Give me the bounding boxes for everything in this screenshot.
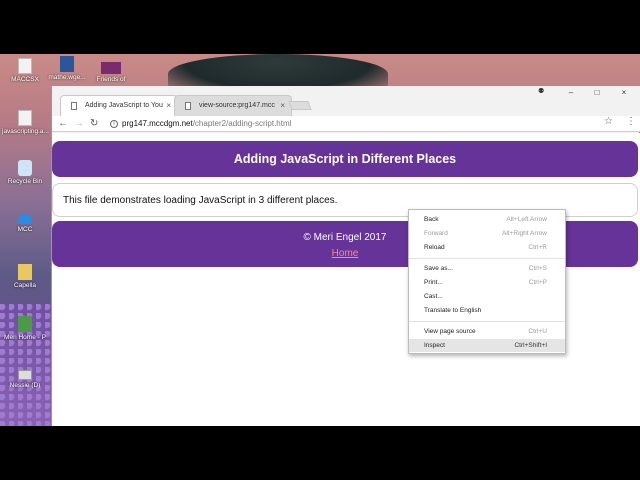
menu-separator: [409, 258, 565, 259]
desktop-icon-capella[interactable]: Capella: [2, 264, 48, 290]
menu-item-label: Back: [424, 216, 439, 223]
page-favicon-icon: [185, 102, 191, 110]
menu-item-inspect[interactable]: Inspect Ctrl+Shift+I: [409, 339, 565, 352]
file-icon: [18, 110, 32, 126]
menu-item-shortcut: Ctrl+R: [528, 244, 547, 251]
url-path: /chapter2/adding-script.html: [192, 119, 292, 128]
desktop-icon-video[interactable]: Friends of: [88, 62, 134, 84]
page-header: Adding JavaScript in Different Places: [52, 141, 638, 177]
tab-close-icon[interactable]: ×: [280, 101, 285, 110]
menu-item-label: View page source: [424, 328, 476, 335]
tab-view-source[interactable]: view-source:prg147.mcc ×: [174, 95, 292, 116]
menu-item-reload[interactable]: Reload Ctrl+R: [409, 241, 565, 254]
desktop-icon-javascripting[interactable]: javascripting.a...: [2, 110, 49, 136]
browser-titlebar: Adding JavaScript to You × view-source:p…: [52, 86, 640, 116]
tab-label: view-source:prg147.mcc: [199, 102, 275, 109]
onedrive-icon: [18, 214, 32, 224]
desktop-icon-label: mathe.wge...: [48, 74, 86, 81]
new-tab-button[interactable]: [288, 101, 312, 110]
close-window-button[interactable]: ×: [617, 88, 631, 97]
google-drive-icon: [18, 316, 32, 332]
menu-item-forward[interactable]: Forward Alt+Right Arrow: [409, 227, 565, 240]
desktop-icon-label: Nessie (D): [9, 382, 41, 389]
desktop-icon-recycle-bin[interactable]: Recycle Bin: [2, 160, 48, 186]
site-info-icon[interactable]: i: [110, 120, 118, 128]
desktop-icon-label: Capella: [13, 282, 37, 289]
menu-item-save-as[interactable]: Save as... Ctrl+S: [409, 262, 565, 275]
desktop-icon-mcc[interactable]: MCC: [2, 214, 48, 234]
tab-label: Adding JavaScript to You: [85, 102, 163, 109]
desktop-icon-label: javascripting.a...: [2, 128, 49, 135]
menu-item-label: Translate to English: [424, 307, 482, 314]
desktop-icon-label: Friends of: [96, 76, 126, 83]
menu-item-label: Reload: [424, 244, 445, 251]
menu-item-label: Inspect: [424, 342, 445, 349]
browser-toolbar: ← → ↻ i prg147.mccdgm.net/chapter2/addin…: [52, 116, 640, 132]
desktop-icon-maccsx[interactable]: MACCSX: [2, 58, 48, 84]
menu-item-label: Forward: [424, 230, 448, 237]
desktop-icon-nessie[interactable]: Nessie (D): [2, 370, 48, 390]
usb-drive-icon: [18, 370, 32, 380]
menu-item-shortcut: Alt+Left Arrow: [506, 216, 547, 223]
reload-icon[interactable]: ↻: [90, 117, 98, 131]
video-file-icon: [101, 62, 121, 74]
browser-menu-icon[interactable]: ⋮: [626, 116, 636, 127]
url-host: prg147.mccdgm.net: [122, 119, 193, 128]
recycle-bin-icon: [18, 160, 32, 176]
file-icon: [18, 58, 32, 74]
desktop-icon-label: MCC: [17, 226, 33, 233]
tab-adding-javascript[interactable]: Adding JavaScript to You ×: [60, 95, 178, 116]
home-link[interactable]: Home: [332, 248, 359, 259]
menu-item-shortcut: Ctrl+U: [528, 328, 547, 335]
page-title: Adding JavaScript in Different Places: [233, 152, 457, 166]
video-frame: MACCSX mathe.wge... Friends of javascrip…: [0, 0, 640, 480]
word-doc-icon: [60, 56, 74, 72]
menu-item-back[interactable]: Back Alt+Left Arrow: [409, 213, 565, 226]
tab-close-icon[interactable]: ×: [166, 101, 171, 110]
menu-separator: [409, 321, 565, 322]
bookmark-star-icon[interactable]: ☆: [604, 116, 613, 127]
menu-item-shortcut: Alt+Right Arrow: [502, 230, 547, 237]
page-favicon-icon: [71, 102, 77, 110]
desktop-icon-label: MACCSX: [11, 76, 39, 83]
profile-icon[interactable]: ⚉: [538, 87, 544, 95]
minimize-button[interactable]: –: [564, 88, 578, 97]
menu-item-label: Cast...: [424, 293, 443, 300]
address-bar[interactable]: i prg147.mccdgm.net/chapter2/adding-scri…: [106, 117, 618, 131]
body-text: This file demonstrates loading JavaScrip…: [63, 195, 338, 206]
folder-icon: [18, 264, 32, 280]
desktop-icon-meri-home[interactable]: Meri Home - P: [2, 316, 48, 342]
menu-item-shortcut: Ctrl+Shift+I: [514, 342, 547, 349]
desktop-icon-label: Meri Home - P: [4, 334, 46, 341]
context-menu: Back Alt+Left Arrow Forward Alt+Right Ar…: [408, 209, 566, 354]
menu-item-view-source[interactable]: View page source Ctrl+U: [409, 325, 565, 338]
maximize-button[interactable]: □: [590, 88, 604, 97]
forward-arrow-icon[interactable]: →: [74, 117, 84, 131]
menu-item-shortcut: Ctrl+P: [528, 279, 547, 286]
back-arrow-icon[interactable]: ←: [58, 117, 68, 131]
menu-item-print[interactable]: Print... Ctrl+P: [409, 276, 565, 289]
menu-item-cast[interactable]: Cast...: [409, 290, 565, 303]
menu-item-translate[interactable]: Translate to English: [409, 304, 565, 317]
desktop-icon-word-doc[interactable]: mathe.wge...: [44, 56, 90, 82]
menu-item-shortcut: Ctrl+S: [528, 265, 547, 272]
menu-item-label: Print...: [424, 279, 443, 286]
menu-item-label: Save as...: [424, 265, 453, 272]
desktop-icon-label: Recycle Bin: [7, 178, 43, 185]
